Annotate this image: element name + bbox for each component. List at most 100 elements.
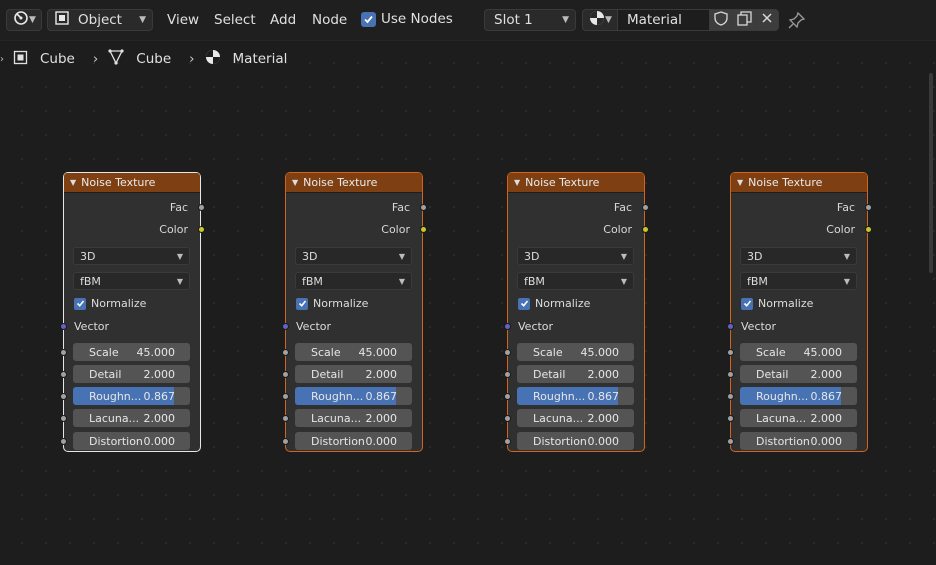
normalize-checkbox[interactable]: Normalize: [74, 297, 146, 310]
input-vector-socket[interactable]: [726, 323, 734, 330]
vertical-scrollbar[interactable]: [929, 73, 933, 273]
chevron-down-icon: ▼: [562, 15, 569, 25]
menu-select[interactable]: Select: [214, 12, 256, 28]
node-header[interactable]: ▼ Noise Texture: [286, 173, 422, 193]
input-field[interactable]: Roughn... 0.867: [517, 387, 634, 405]
input-field[interactable]: Lacuna... 2.000: [740, 409, 857, 427]
input-field[interactable]: Detail 2.000: [740, 365, 857, 383]
menu-node[interactable]: Node: [312, 12, 347, 28]
dimensions-dropdown[interactable]: 3D ▼: [517, 247, 634, 265]
field-value: 45.000: [803, 345, 843, 359]
input-socket[interactable]: [281, 348, 289, 356]
noise-texture-node[interactable]: ▼ Noise Texture Fac Color 3D ▼ fBM ▼ Nor…: [503, 172, 649, 452]
noise-texture-node[interactable]: ▼ Noise Texture Fac Color 3D ▼ fBM ▼ Nor…: [726, 172, 872, 452]
input-field[interactable]: Distortion 0.000: [517, 432, 634, 450]
collapse-arrow-icon[interactable]: ▼: [737, 178, 743, 187]
input-socket[interactable]: [59, 392, 67, 400]
input-field[interactable]: Roughn... 0.867: [295, 387, 412, 405]
input-socket[interactable]: [726, 414, 734, 422]
input-field[interactable]: Detail 2.000: [73, 365, 190, 383]
material-name-field[interactable]: Material: [617, 9, 710, 31]
input-socket[interactable]: [503, 414, 511, 422]
breadcrumb-object: Cube: [40, 51, 75, 67]
node-header[interactable]: ▼ Noise Texture: [64, 173, 200, 193]
input-socket[interactable]: [281, 370, 289, 378]
output-fac-label: Fac: [836, 201, 855, 214]
fake-user-button[interactable]: [709, 9, 733, 31]
collapse-arrow-icon[interactable]: ▼: [70, 178, 76, 187]
breadcrumb-mesh: Cube: [136, 51, 172, 67]
dimensions-dropdown[interactable]: 3D ▼: [295, 247, 412, 265]
vector-label: Vector: [296, 320, 332, 333]
noise-type-dropdown[interactable]: fBM ▼: [295, 272, 412, 290]
mode-dropdown[interactable]: Object ▼: [47, 9, 153, 31]
input-field[interactable]: Scale 45.000: [740, 343, 857, 361]
duplicate-material-button[interactable]: [732, 9, 756, 31]
input-socket[interactable]: [726, 348, 734, 356]
input-field[interactable]: Lacuna... 2.000: [73, 409, 190, 427]
output-fac-socket[interactable]: [197, 204, 205, 211]
collapse-arrow-icon[interactable]: ▼: [514, 178, 520, 187]
input-socket[interactable]: [59, 437, 67, 445]
input-socket[interactable]: [59, 370, 67, 378]
input-vector-socket[interactable]: [59, 323, 67, 330]
input-vector-socket[interactable]: [281, 323, 289, 330]
slot-dropdown[interactable]: Slot 1 ▼: [484, 9, 576, 31]
noise-type-dropdown[interactable]: fBM ▼: [73, 272, 190, 290]
input-socket[interactable]: [503, 348, 511, 356]
noise-texture-node[interactable]: ▼ Noise Texture Fac Color 3D ▼ fBM ▼ Nor…: [281, 172, 427, 452]
input-field[interactable]: Lacuna... 2.000: [295, 409, 412, 427]
input-field[interactable]: Roughn... 0.867: [73, 387, 190, 405]
collapse-arrow-icon[interactable]: ▼: [292, 178, 298, 187]
input-field[interactable]: Detail 2.000: [295, 365, 412, 383]
input-field[interactable]: Scale 45.000: [295, 343, 412, 361]
material-name: Material: [627, 12, 682, 28]
menu-add[interactable]: Add: [270, 12, 296, 28]
use-nodes-toggle[interactable]: Use Nodes: [361, 11, 453, 27]
normalize-checkbox[interactable]: Normalize: [741, 297, 813, 310]
input-field[interactable]: Detail 2.000: [517, 365, 634, 383]
input-field[interactable]: Distortion 0.000: [740, 432, 857, 450]
input-field[interactable]: Scale 45.000: [517, 343, 634, 361]
node-header[interactable]: ▼ Noise Texture: [731, 173, 867, 193]
input-socket[interactable]: [726, 370, 734, 378]
input-field[interactable]: Distortion 0.000: [295, 432, 412, 450]
noise-type-dropdown[interactable]: fBM ▼: [517, 272, 634, 290]
pin-icon[interactable]: [788, 11, 806, 33]
output-fac-socket[interactable]: [641, 204, 649, 211]
input-socket[interactable]: [503, 370, 511, 378]
input-socket[interactable]: [59, 414, 67, 422]
input-socket[interactable]: [503, 392, 511, 400]
input-socket[interactable]: [59, 348, 67, 356]
input-socket[interactable]: [726, 437, 734, 445]
input-field[interactable]: Scale 45.000: [73, 343, 190, 361]
noise-type-dropdown[interactable]: fBM ▼: [740, 272, 857, 290]
output-color-socket[interactable]: [197, 226, 205, 233]
unlink-material-button[interactable]: [755, 9, 779, 31]
node-header[interactable]: ▼ Noise Texture: [508, 173, 644, 193]
normalize-checkbox[interactable]: Normalize: [518, 297, 590, 310]
input-field[interactable]: Distortion 0.000: [73, 432, 190, 450]
dimensions-dropdown[interactable]: 3D ▼: [73, 247, 190, 265]
field-label: Detail: [533, 367, 566, 381]
normalize-checkbox[interactable]: Normalize: [296, 297, 368, 310]
input-field[interactable]: Lacuna... 2.000: [517, 409, 634, 427]
input-socket[interactable]: [281, 414, 289, 422]
input-socket[interactable]: [281, 437, 289, 445]
input-socket[interactable]: [726, 392, 734, 400]
input-vector-socket[interactable]: [503, 323, 511, 330]
input-field[interactable]: Roughn... 0.867: [740, 387, 857, 405]
dimensions-dropdown[interactable]: 3D ▼: [740, 247, 857, 265]
field-label: Roughn...: [756, 389, 809, 403]
editor-type-button[interactable]: ▼: [6, 9, 42, 31]
output-color-socket[interactable]: [419, 226, 427, 233]
material-browse-button[interactable]: ▼: [582, 9, 618, 31]
input-socket[interactable]: [503, 437, 511, 445]
noise-texture-node[interactable]: ▼ Noise Texture Fac Color 3D ▼ fBM ▼ Nor…: [59, 172, 205, 452]
output-fac-socket[interactable]: [864, 204, 872, 211]
input-socket[interactable]: [281, 392, 289, 400]
output-fac-socket[interactable]: [419, 204, 427, 211]
output-color-socket[interactable]: [641, 226, 649, 233]
output-color-socket[interactable]: [864, 226, 872, 233]
menu-view[interactable]: View: [167, 12, 199, 28]
